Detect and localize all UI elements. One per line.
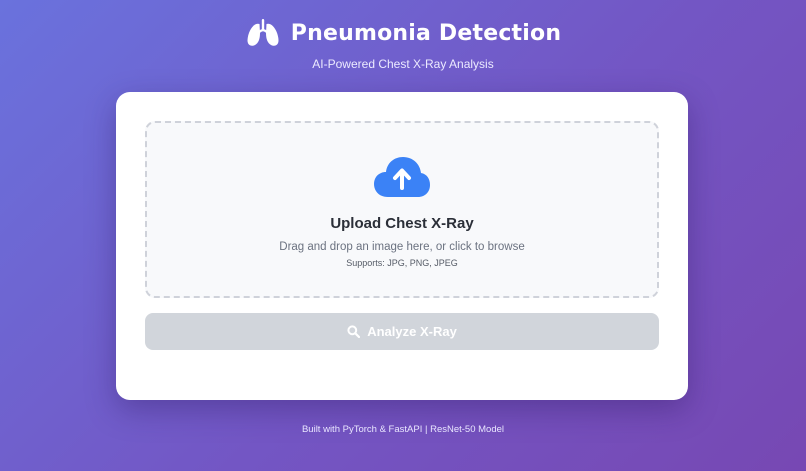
title-row: Pneumonia Detection	[0, 16, 806, 50]
supported-formats: Supports: JPG, PNG, JPEG	[346, 258, 458, 268]
cloud-upload-icon	[374, 157, 430, 197]
page-footer: Built with PyTorch & FastAPI | ResNet-50…	[301, 424, 505, 435]
app-header: Pneumonia Detection AI-Powered Chest X-R…	[0, 16, 806, 71]
page-title: Pneumonia Detection	[290, 20, 562, 46]
upload-card: Upload Chest X-Ray Drag and drop an imag…	[116, 92, 688, 400]
search-icon	[347, 325, 361, 338]
analyze-button-label: Analyze X-Ray	[367, 324, 457, 339]
page-subtitle: AI-Powered Chest X-Ray Analysis	[312, 57, 494, 71]
lungs-icon	[247, 19, 279, 46]
analyze-xray-button[interactable]: Analyze X-Ray	[145, 313, 659, 350]
upload-title: Upload Chest X-Ray	[330, 215, 474, 232]
upload-hint: Drag and drop an image here, or click to…	[279, 241, 525, 253]
upload-dropzone[interactable]: Upload Chest X-Ray Drag and drop an imag…	[145, 121, 659, 298]
